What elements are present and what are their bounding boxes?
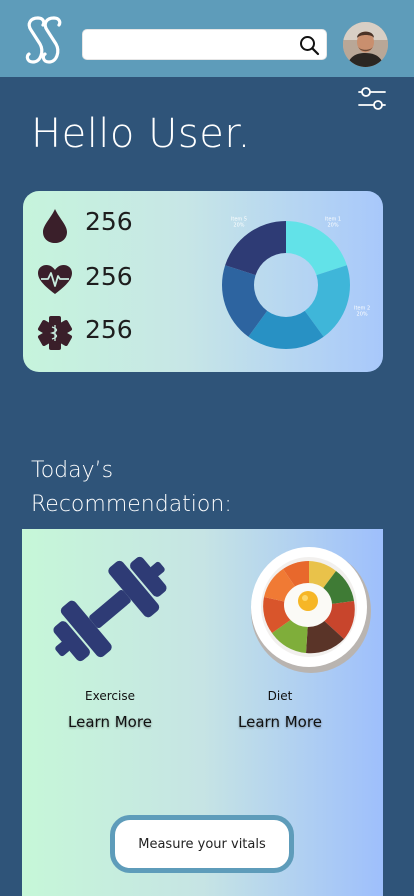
- exercise-label: Exercise: [85, 689, 135, 703]
- vitals-donut-chart: Item 120%Item 220%Item 320%Item 420%Item…: [222, 216, 370, 349]
- top-bar: [0, 0, 414, 77]
- donut-slice-value: 20%: [357, 312, 368, 318]
- filter-settings-icon[interactable]: [357, 85, 387, 113]
- diet-label: Diet: [267, 689, 293, 703]
- stat-row-blood: 256: [37, 203, 177, 247]
- blood-drop-icon: [43, 209, 67, 243]
- donut-slice-value: 20%: [327, 222, 338, 228]
- stat-value-blood: 256: [85, 207, 133, 236]
- exercise-learn-more-link[interactable]: Learn More: [20, 713, 200, 731]
- search-icon[interactable]: [299, 35, 320, 56]
- greeting-title: Hello User.: [31, 111, 251, 157]
- diet-learn-more-link[interactable]: Learn More: [190, 713, 370, 731]
- measure-vitals-button[interactable]: Measure your vitals: [110, 815, 294, 873]
- recommendation-card: Exercise Learn More Diet Learn More Meas…: [22, 529, 383, 896]
- heartbeat-icon: [38, 265, 72, 294]
- search-input[interactable]: [93, 34, 293, 56]
- vitals-card: 256 256 256 Item 120%Item 220%Item 320%I…: [23, 191, 383, 372]
- stat-value-heart: 256: [85, 262, 133, 291]
- exercise-recommendation: Exercise Learn More: [22, 529, 202, 749]
- donut-slice: [286, 221, 347, 276]
- stat-row-medical: 256: [37, 311, 177, 355]
- donut-slice-value: 20%: [233, 222, 244, 228]
- app-logo[interactable]: [24, 14, 64, 66]
- medical-star-icon: [38, 316, 72, 350]
- avatar[interactable]: [343, 22, 388, 67]
- recommendation-heading-line1: Today’s: [31, 458, 114, 483]
- recommendation-heading: Today’s Recommendation:: [31, 454, 232, 522]
- dumbbell-icon: [53, 556, 167, 662]
- food-bowl-image: [251, 547, 371, 673]
- stat-row-heart: 256: [37, 258, 177, 302]
- avatar-image: [343, 22, 388, 67]
- donut-slice: [225, 221, 286, 276]
- diet-recommendation: Diet Learn More: [202, 529, 382, 749]
- stat-value-medical: 256: [85, 315, 133, 344]
- search-bar[interactable]: [82, 29, 327, 60]
- recommendation-heading-line2: Recommendation:: [31, 492, 232, 517]
